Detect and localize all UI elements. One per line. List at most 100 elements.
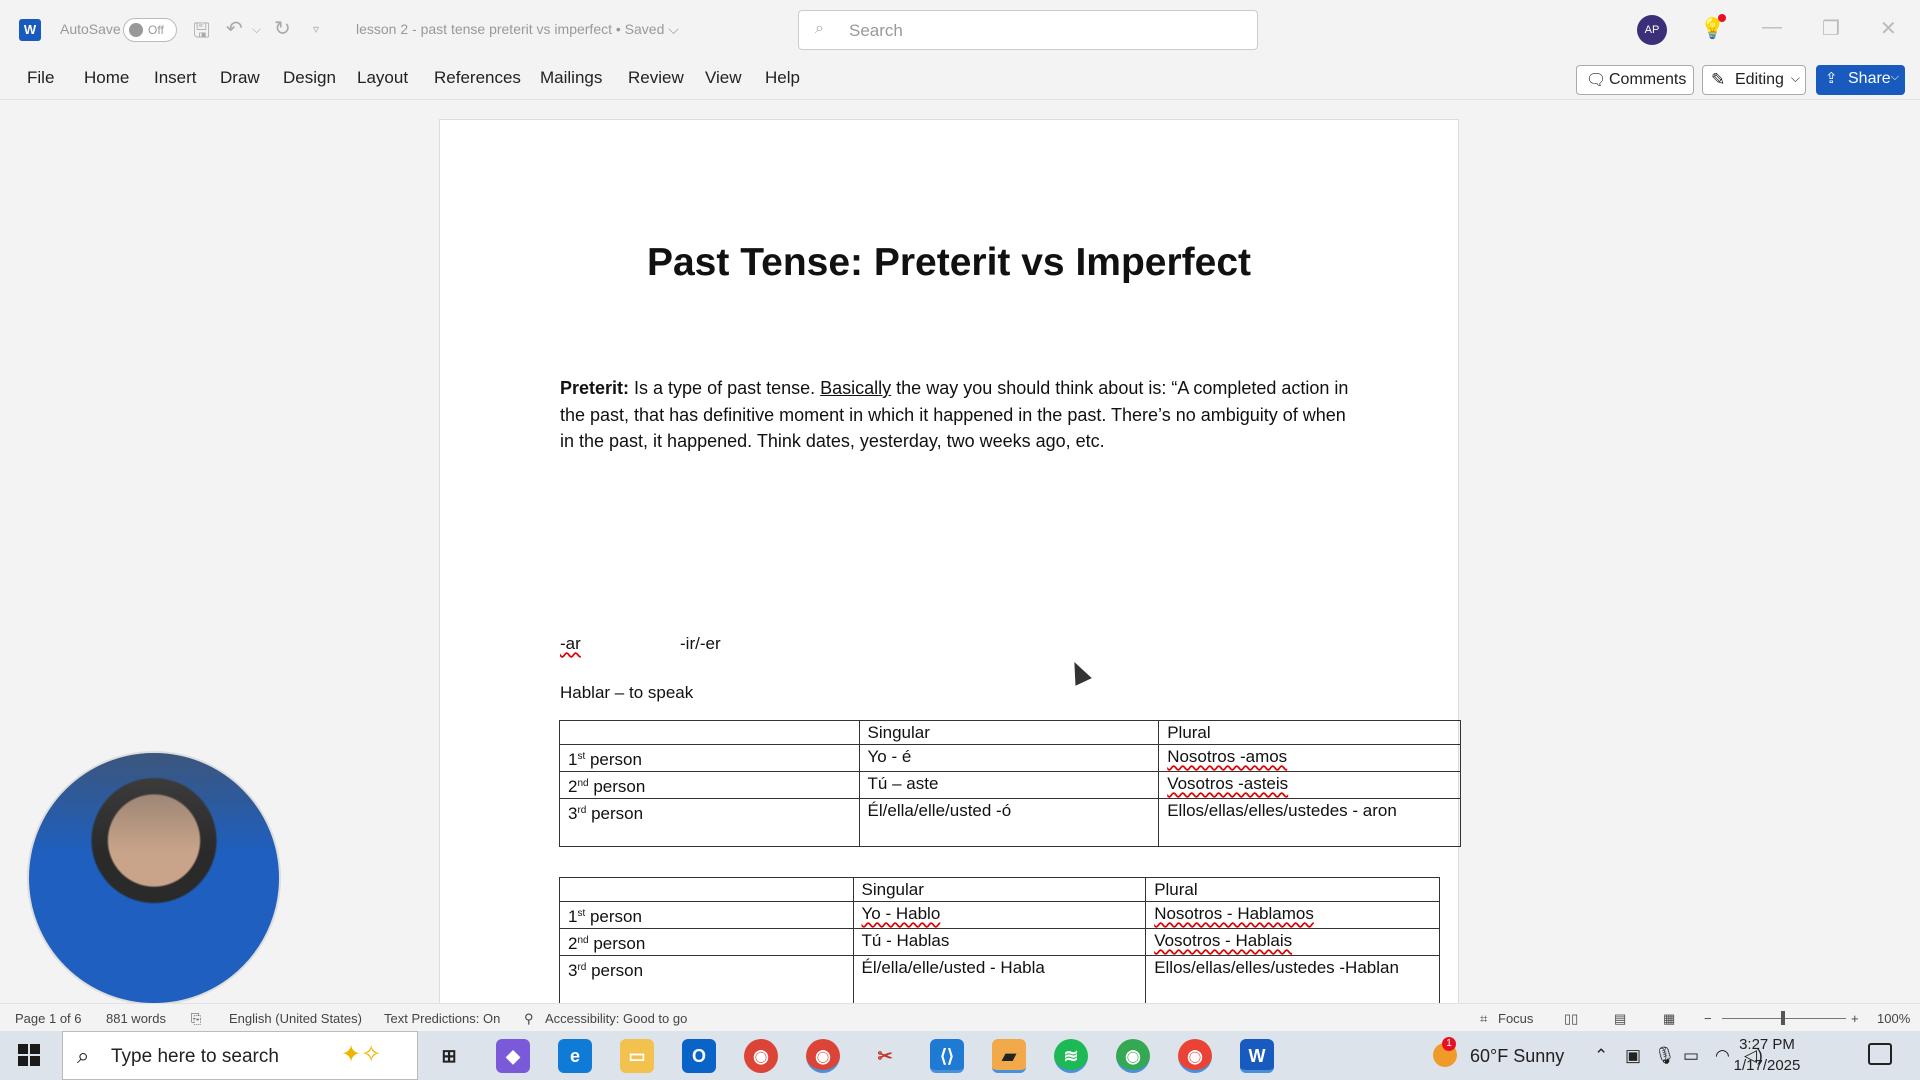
webcam-overlay	[27, 751, 281, 1005]
autosave-toggle[interactable]: Off	[123, 18, 177, 42]
text-predictions[interactable]: Text Predictions: On	[384, 1011, 500, 1026]
editing-label: Editing	[1735, 71, 1784, 88]
tab-mailings[interactable]: Mailings	[540, 68, 602, 88]
table-row: 3rd person Él/ella/elle/usted - Habla El…	[559, 955, 1440, 1004]
search-icon: ⌕	[815, 20, 824, 37]
conjugation-table-hablar: Singular Plural 1st person Yo - Hablo No…	[559, 877, 1440, 1004]
tab-insert[interactable]: Insert	[154, 68, 197, 88]
page-count[interactable]: Page 1 of 6	[15, 1011, 82, 1026]
snipping-tool-icon[interactable]: ✂	[868, 1039, 902, 1073]
language-indicator[interactable]: English (United States)	[229, 1011, 362, 1026]
taskbar-search-placeholder: Type here to search	[111, 1046, 279, 1067]
verb-definition: Hablar – to speak	[560, 683, 694, 702]
tab-layout[interactable]: Layout	[357, 68, 408, 88]
undo-icon[interactable]: ↶	[226, 16, 243, 41]
comments-button[interactable]: 🗨 Comments	[1576, 65, 1694, 95]
tab-help[interactable]: Help	[765, 68, 800, 88]
person-cell: 3rd person	[559, 955, 854, 1004]
weather-text[interactable]: 60°F Sunny	[1470, 1046, 1564, 1067]
singular-cell: Yo - Hablo	[852, 901, 1147, 929]
tab-review[interactable]: Review	[628, 68, 684, 88]
document-page[interactable]: Past Tense: Preterit vs Imperfect Preter…	[439, 119, 1461, 1010]
plural-cell: Ellos/ellas/elles/ustedes - aron	[1158, 798, 1461, 847]
person-cell: 1st person	[559, 901, 854, 929]
copilot-icon[interactable]: ◆	[496, 1039, 530, 1073]
tab-design[interactable]: Design	[283, 68, 336, 88]
task-view-icon[interactable]: ⊞	[432, 1039, 466, 1073]
word-taskbar-icon[interactable]: W	[1240, 1039, 1274, 1073]
tab-view[interactable]: View	[705, 68, 742, 88]
accessibility-status[interactable]: Accessibility: Good to go	[545, 1011, 687, 1026]
chevron-down-icon: ⌵	[1890, 71, 1899, 83]
person-cell: 1st person	[559, 744, 860, 772]
tab-draw[interactable]: Draw	[220, 68, 260, 88]
windows-start-icon[interactable]	[18, 1044, 40, 1066]
word-count[interactable]: 881 words	[106, 1011, 166, 1026]
singular-cell: Yo - é	[858, 744, 1160, 772]
clock-time: 3:27 PM	[1739, 1036, 1795, 1053]
zoom-level[interactable]: 100%	[1877, 1011, 1910, 1026]
edge-icon[interactable]: e	[558, 1039, 592, 1073]
search-box[interactable]: ⌕ Search	[798, 10, 1258, 50]
singular-cell: Tú – aste	[858, 771, 1160, 799]
web-layout-icon[interactable]: ▦	[1663, 1011, 1675, 1027]
print-layout-icon[interactable]: ▤	[1614, 1011, 1626, 1027]
table-header-cell: Plural	[1145, 877, 1440, 902]
file-explorer-icon[interactable]: ▭	[620, 1039, 654, 1073]
status-bar: Page 1 of 6 881 words ⎘ English (United …	[0, 1003, 1920, 1031]
undo-dropdown-icon[interactable]: ⌵	[252, 22, 261, 37]
zoom-out-icon[interactable]: −	[1704, 1011, 1712, 1026]
share-label: Share	[1848, 70, 1891, 87]
autosave-label: AutoSave	[60, 21, 121, 37]
redo-icon[interactable]: ↻	[274, 16, 291, 41]
restore-icon[interactable]: ❐	[1822, 16, 1840, 41]
clock[interactable]: 3:27 PM 1/17/2025	[1720, 1034, 1814, 1076]
table-header-cell	[559, 720, 860, 745]
document-title[interactable]: lesson 2 - past tense preterit vs imperf…	[356, 21, 679, 38]
vscode-icon[interactable]: ⟨⟩	[930, 1039, 964, 1073]
avatar[interactable]: AP	[1637, 15, 1667, 45]
save-icon[interactable]: 🖫	[193, 16, 210, 50]
table-header-row: Singular Plural	[559, 720, 1461, 745]
table-header-row: Singular Plural	[559, 877, 1440, 902]
tab-home[interactable]: Home	[84, 68, 129, 88]
notification-dot	[1718, 14, 1726, 22]
show-hidden-icons[interactable]: ⌃	[1594, 1046, 1608, 1066]
read-mode-icon[interactable]: ▯▯	[1564, 1011, 1578, 1027]
focus-button[interactable]: Focus	[1498, 1011, 1533, 1026]
microphone-icon[interactable]: 🎙	[1654, 1046, 1676, 1066]
zoom-slider-thumb[interactable]	[1781, 1011, 1785, 1025]
camera-icon[interactable]: ▣	[1625, 1046, 1641, 1066]
share-button[interactable]: ⇪ Share ⌵	[1816, 65, 1905, 95]
spotify-icon[interactable]: ≋	[1054, 1039, 1088, 1073]
chrome-profile-icon[interactable]: ◉	[806, 1039, 840, 1073]
taskbar-search[interactable]: ⌕ Type here to search ✦✧	[62, 1031, 418, 1080]
outlook-icon[interactable]: O	[682, 1039, 716, 1073]
para-underlined-word: Basically	[820, 378, 892, 398]
battery-icon[interactable]: ▭	[1683, 1046, 1699, 1066]
weather-badge: 1	[1442, 1037, 1456, 1051]
tab-references[interactable]: References	[434, 68, 521, 88]
tab-file[interactable]: File	[27, 68, 54, 88]
customize-quick-access-icon[interactable]: ▿	[313, 22, 319, 36]
close-icon[interactable]: ✕	[1880, 16, 1897, 41]
term-preterit: Preterit:	[560, 378, 630, 398]
chrome-icon[interactable]: ◉	[744, 1039, 778, 1073]
plural-cell: Nosotros -amos	[1158, 744, 1461, 772]
notification-center-icon[interactable]	[1868, 1043, 1892, 1065]
document-canvas[interactable]: Past Tense: Preterit vs Imperfect Preter…	[0, 100, 1920, 1010]
singular-cell: Él/ella/elle/usted -ó	[858, 798, 1160, 847]
toggle-knob	[129, 23, 143, 37]
comment-icon: 🗨	[1586, 72, 1607, 89]
chrome-profile-2-icon[interactable]: ◉	[1116, 1039, 1150, 1073]
minimize-icon[interactable]: —	[1762, 16, 1782, 39]
sticky-notes-icon[interactable]: ▰	[992, 1039, 1026, 1073]
editing-mode-button[interactable]: ✎ Editing ⌵	[1702, 65, 1806, 95]
zoom-in-icon[interactable]: +	[1851, 1011, 1859, 1026]
proofing-icon[interactable]: ⎘	[191, 1011, 201, 1027]
plural-cell: Vosotros -asteis	[1158, 771, 1461, 799]
chrome-profile-3-icon[interactable]: ◉	[1178, 1039, 1212, 1073]
sparkle-icon: ✦✧	[341, 1041, 382, 1068]
ribbon-tabs: File Home Insert Draw Design Layout Refe…	[0, 58, 1920, 100]
webcam-shade	[29, 753, 279, 1003]
